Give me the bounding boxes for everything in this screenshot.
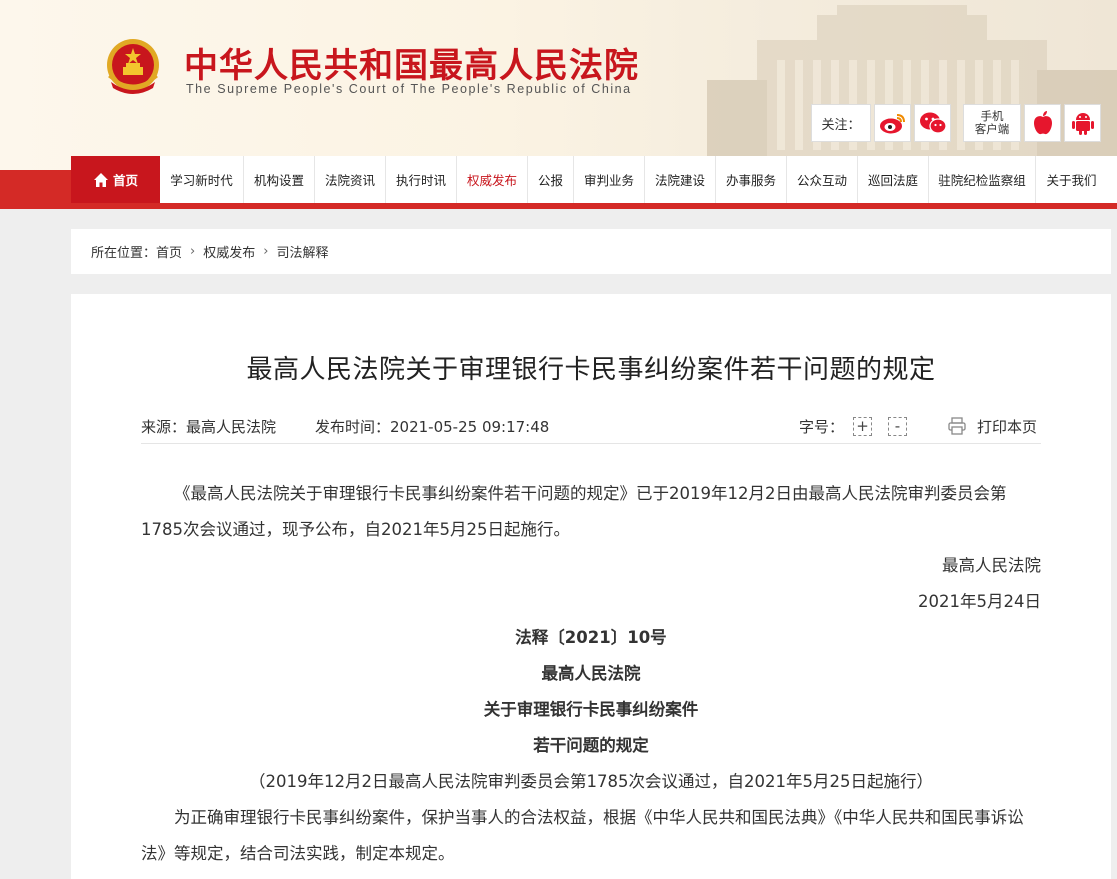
nav-item-about-us[interactable]: 关于我们 <box>1036 156 1107 203</box>
follow-label: 关注： <box>811 104 871 142</box>
article-source: 来源：最高人民法院 <box>141 418 277 436</box>
nav-item-discipline-group[interactable]: 驻院纪检监察组 <box>929 156 1036 203</box>
nav-item-label: 法院资讯 <box>324 173 375 188</box>
site-title: 中华人民共和国最高人民法院 <box>184 46 639 86</box>
nav-item-label: 公众互动 <box>796 173 847 188</box>
nav-item-label: 公报 <box>537 173 563 188</box>
preamble-paragraph: 为正确审理银行卡民事纠纷案件，保护当事人的合法权益，根据《中华人民共和国民法典》… <box>141 808 1024 863</box>
breadcrumb-separator: › <box>263 244 269 259</box>
font-decrease-button[interactable]: - <box>888 417 907 436</box>
font-increase-button[interactable]: + <box>853 417 872 436</box>
breadcrumb-separator: › <box>190 244 196 259</box>
wechat-button[interactable] <box>914 104 951 142</box>
nav-item-gazette[interactable]: 公报 <box>528 156 574 203</box>
nav-item-label: 首页 <box>112 173 138 188</box>
signature-date: 2021年5月24日 <box>918 592 1041 611</box>
nav-item-services[interactable]: 办事服务 <box>716 156 787 203</box>
nav-item-enforcement-news[interactable]: 执行时讯 <box>386 156 457 203</box>
android-icon <box>1071 113 1094 135</box>
print-page-button[interactable]: 打印本页 <box>977 416 1037 437</box>
article-intro: 《最高人民法院关于审理银行卡民事纠纷案件若干问题的规定》已于2019年12月2日… <box>141 484 1007 539</box>
nav-item-label: 学习新时代 <box>170 173 233 188</box>
breadcrumb-authoritative-link[interactable]: 权威发布 <box>203 242 255 261</box>
nav-item-home[interactable]: 首页 <box>71 156 160 203</box>
article-panel: 最高人民法院关于审理银行卡民事纠纷案件若干问题的规定 来源：最高人民法院 发布时… <box>71 294 1111 879</box>
weibo-icon <box>879 114 905 134</box>
follow-bar: 关注： 手机 客户端 <box>811 104 1101 142</box>
home-icon <box>93 172 108 187</box>
nav-item-trial-business[interactable]: 审判业务 <box>574 156 645 203</box>
nav-item-circuit-courts[interactable]: 巡回法庭 <box>858 156 929 203</box>
nav-item-label: 办事服务 <box>725 173 776 188</box>
android-app-button[interactable] <box>1064 104 1101 142</box>
nav-item-label: 权威发布 <box>466 173 517 188</box>
main-nav: 首页 学习新时代 机构设置 法院资讯 执行时讯 权威发布 公报 审判业务 法院建… <box>71 156 1117 203</box>
document-heading-3: 若干问题的规定 <box>533 736 649 755</box>
article-publish-time: 发布时间：2021-05-25 09:17:48 <box>315 418 550 436</box>
nav-item-study[interactable]: 学习新时代 <box>160 156 244 203</box>
nav-item-authoritative-release[interactable]: 权威发布 <box>457 156 528 203</box>
breadcrumb-prefix: 所在位置： <box>91 246 157 261</box>
article-meta-bar: 来源：最高人民法院 发布时间：2021-05-25 09:17:48 字号： +… <box>141 412 1041 444</box>
signature-court: 最高人民法院 <box>942 556 1041 575</box>
nav-item-label: 审判业务 <box>583 173 634 188</box>
court-building-image <box>707 5 1117 170</box>
weibo-button[interactable] <box>874 104 911 142</box>
wechat-icon <box>919 112 947 134</box>
breadcrumb-home-link[interactable]: 首页 <box>156 242 182 261</box>
document-heading-1: 最高人民法院 <box>541 664 641 683</box>
site-header: 中华人民共和国最高人民法院 The Supreme People's Court… <box>0 0 1117 170</box>
nav-item-court-building[interactable]: 法院建设 <box>645 156 716 203</box>
print-icon[interactable] <box>947 416 967 436</box>
nav-item-label: 机构设置 <box>253 173 304 188</box>
document-number: 法释〔2021〕10号 <box>515 628 667 647</box>
national-emblem-icon <box>107 39 159 94</box>
nav-item-label: 驻院纪检监察组 <box>938 173 1026 188</box>
nav-item-organization[interactable]: 机构设置 <box>244 156 315 203</box>
nav-item-label: 法院建设 <box>654 173 705 188</box>
nav-item-label: 巡回法庭 <box>867 173 918 188</box>
site-subtitle: The Supreme People's Court of The People… <box>186 82 632 96</box>
article-body: 《最高人民法院关于审理银行卡民事纠纷案件若干问题的规定》已于2019年12月2日… <box>141 476 1041 872</box>
article-title: 最高人民法院关于审理银行卡民事纠纷案件若干问题的规定 <box>246 355 936 385</box>
nav-item-label: 关于我们 <box>1046 173 1097 188</box>
nav-item-label: 执行时讯 <box>395 173 446 188</box>
nav-item-court-news[interactable]: 法院资讯 <box>315 156 386 203</box>
adoption-note: （2019年12月2日最高人民法院审判委员会第1785次会议通过，自2021年5… <box>249 772 933 791</box>
document-heading-2: 关于审理银行卡民事纠纷案件 <box>483 700 699 719</box>
mobile-client-line2: 客户端 <box>974 122 1010 136</box>
apple-app-button[interactable] <box>1024 104 1061 142</box>
font-size-label: 字号： <box>799 418 845 436</box>
nav-item-public-interaction[interactable]: 公众互动 <box>787 156 858 203</box>
breadcrumb: 所在位置： 首页 › 权威发布 › 司法解释 <box>71 229 1111 274</box>
mobile-client-button[interactable]: 手机 客户端 <box>963 104 1021 142</box>
breadcrumb-judicial-interpretation-link[interactable]: 司法解释 <box>276 242 328 261</box>
apple-icon <box>1033 111 1052 135</box>
